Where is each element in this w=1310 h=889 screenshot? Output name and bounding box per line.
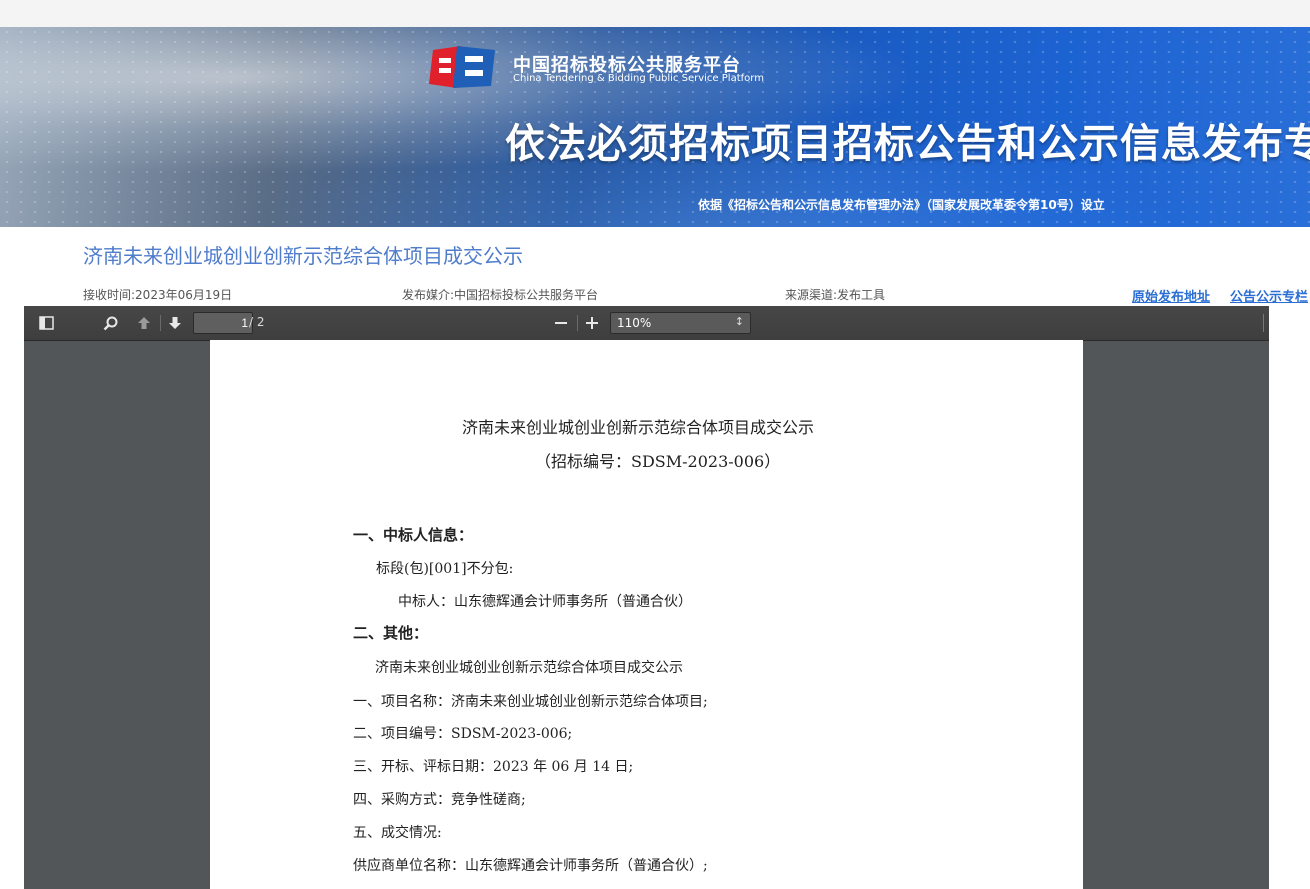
page-total: / 2 [249, 315, 265, 329]
doc-item-3: 三、开标、评标日期：2023 年 06 月 14 日; [353, 759, 634, 775]
toolbar-edge [1263, 314, 1264, 332]
notice-column-link[interactable]: 公告公示专栏 [1230, 286, 1308, 305]
publish-media: 发布媒介:中国招标投标公共服务平台 [402, 288, 599, 302]
toolbar-separator [160, 315, 161, 331]
zoom-select[interactable]: 110% ↕ [610, 312, 751, 334]
doc-winner: 中标人：山东德辉通会计师事务所（普通合伙） [398, 594, 692, 610]
zoom-in-button[interactable] [580, 313, 604, 333]
doc-item-4: 四、采购方式：竞争性磋商; [353, 792, 526, 808]
zoom-out-button[interactable] [549, 313, 573, 333]
sidebar-toggle-icon [38, 316, 54, 330]
toolbar-separator [577, 315, 578, 331]
platform-name-en: China Tendering & Bidding Public Service… [513, 73, 764, 84]
banner-title: 依法必须招标项目招标公告和公示信息发布专栏 [505, 121, 1310, 167]
doc-item-1: 一、项目名称：济南未来创业城创业创新示范综合体项目; [353, 694, 708, 710]
zoom-value: 110% [617, 316, 652, 330]
notice-title: 济南未来创业城创业创新示范综合体项目成交公示 [83, 244, 523, 268]
doc-item-5: 五、成交情况: [353, 825, 442, 841]
doc-section-2: 二、其他： [353, 624, 429, 642]
chevron-updown-icon: ↕ [734, 315, 744, 328]
next-page-button[interactable] [163, 313, 187, 333]
header-banner: 中国招标投标公共服务平台 China Tendering & Bidding P… [0, 27, 1310, 227]
arrow-up-icon [138, 317, 150, 329]
doc-code: （招标编号：SDSM-2023-006） [535, 452, 781, 471]
arrow-down-icon [169, 317, 181, 329]
doc-title: 济南未来创业城创业创新示范综合体项目成交公示 [462, 418, 815, 437]
pdf-toolbar: / 2 110% ↕ [24, 306, 1269, 341]
page-number-input[interactable] [193, 312, 253, 334]
zoom-out-icon [555, 322, 567, 324]
doc-item-2: 二、项目编号：SDSM-2023-006; [353, 726, 573, 742]
search-button[interactable] [98, 313, 122, 333]
search-icon [103, 316, 117, 330]
sidebar-toggle-button[interactable] [34, 313, 58, 333]
previous-page-button[interactable] [132, 313, 156, 333]
doc-section-1: 一、中标人信息： [353, 526, 474, 544]
top-strip [0, 0, 1310, 27]
platform-logo-icon [429, 46, 495, 88]
doc-item-6: 供应商单位名称：山东德辉通会计师事务所（普通合伙）; [353, 858, 708, 874]
pdf-viewer[interactable]: / 2 110% ↕ 济南未来创业城创业创新示范综合体项目成交公示 （招标编号：… [24, 306, 1269, 889]
doc-lot: 标段(包)[001]不分包: [376, 561, 514, 577]
source-channel: 来源渠道:发布工具 [785, 288, 886, 302]
zoom-in-icon [586, 317, 598, 329]
original-address-link[interactable]: 原始发布地址 [1132, 286, 1210, 305]
doc-subtitle: 济南未来创业城创业创新示范综合体项目成交公示 [375, 660, 683, 676]
pdf-page: 济南未来创业城创业创新示范综合体项目成交公示 （招标编号：SDSM-2023-0… [210, 340, 1083, 889]
received-time: 接收时间:2023年06月19日 [83, 288, 233, 302]
banner-subtitle: 依据《招标公告和公示信息发布管理办法》（国家发展改革委令第10号）设立 [698, 198, 1105, 212]
